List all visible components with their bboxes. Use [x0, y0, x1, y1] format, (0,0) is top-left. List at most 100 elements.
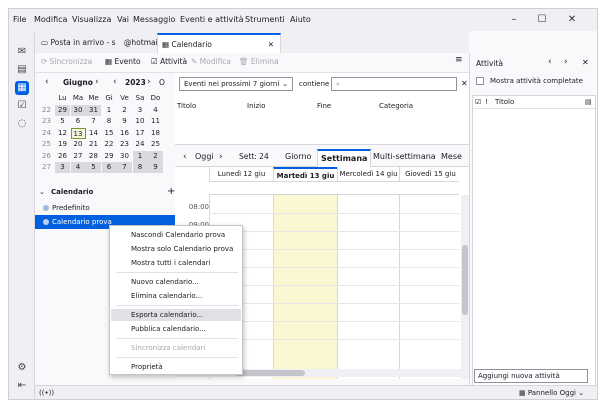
day-cell[interactable]: 5	[55, 116, 70, 127]
task-tree[interactable]: ☑ ! Titolo ▤	[472, 95, 596, 391]
collapse-arrow-icon[interactable]: ⌄	[39, 188, 45, 196]
close-pane-icon[interactable]: ✕	[582, 58, 589, 67]
sync-button[interactable]: ⟳ Sincronizza	[41, 57, 92, 66]
task-col-title[interactable]: Titolo	[495, 98, 514, 106]
day-cell[interactable]: 8	[102, 116, 117, 127]
collapse-toolbar-icon[interactable]: ⇤	[15, 379, 29, 393]
next-year-icon[interactable]: ›	[147, 77, 151, 87]
chat-icon[interactable]: ◌	[15, 117, 29, 131]
day-cell[interactable]: 24	[133, 139, 148, 150]
day-cell[interactable]: 11	[148, 116, 163, 127]
prev-year-icon[interactable]: ‹	[113, 77, 117, 87]
menu-show-only-calendar[interactable]: Mostra solo Calendario prova	[111, 243, 241, 255]
day-cell[interactable]: 26	[55, 151, 70, 162]
day-cell[interactable]: 16	[117, 128, 132, 139]
menu-strumenti[interactable]: Strumenti	[245, 15, 285, 24]
col-title[interactable]: Titolo	[177, 102, 196, 110]
edit-button[interactable]: ✎ Modifica	[191, 57, 231, 66]
go-today-button[interactable]: O	[159, 78, 165, 87]
event-filter-select[interactable]: Eventi nei prossimi 7 giorni ⌄	[179, 77, 293, 91]
online-status-icon[interactable]: ((•))	[39, 389, 54, 397]
scrollbar-thumb[interactable]	[235, 370, 305, 376]
menu-hide-calendar[interactable]: Nascondi Calendario prova	[111, 229, 241, 241]
hamburger-menu-icon[interactable]: ≡	[455, 55, 463, 65]
day-column[interactable]	[337, 195, 399, 379]
close-tab-icon[interactable]: ✕	[268, 35, 274, 55]
today-pane-toggle[interactable]: ▦ Pannello Oggi ⌄	[519, 389, 584, 397]
menu-messaggio[interactable]: Messaggio	[133, 15, 175, 24]
tab-day[interactable]: Giorno	[285, 149, 311, 167]
day-cell[interactable]: 30	[117, 151, 132, 162]
day-header-today[interactable]: Martedì 13 giu	[273, 167, 337, 181]
menu-show-all-calendars[interactable]: Mostra tutti i calendari	[111, 257, 241, 269]
add-task-input[interactable]: Aggiungi nuova attività	[474, 369, 588, 383]
day-header[interactable]: Mercoledì 14 giu	[337, 167, 399, 181]
prev-week-icon[interactable]: ‹	[183, 149, 187, 167]
day-cell[interactable]: 18	[148, 128, 163, 139]
day-cell[interactable]: 6	[71, 116, 86, 127]
day-column-today[interactable]	[273, 195, 337, 379]
all-day-row[interactable]	[209, 181, 459, 195]
day-cell[interactable]: 21	[86, 139, 101, 150]
menu-modifica[interactable]: Modifica	[34, 15, 67, 24]
prev-month-icon[interactable]: ‹	[45, 77, 49, 87]
tab-month[interactable]: Mese	[441, 149, 462, 167]
week-scrollbar[interactable]	[461, 195, 469, 379]
day-cell[interactable]: 3	[133, 105, 148, 116]
day-cell[interactable]: 1	[132, 150, 148, 162]
menu-eventi[interactable]: Eventi e attività	[180, 15, 244, 24]
show-completed-checkbox[interactable]	[476, 77, 484, 85]
calendar-icon[interactable]: ▦	[15, 81, 29, 95]
tab-inbox[interactable]: ▭ Posta in arrivo - s @hotmail	[37, 33, 160, 53]
day-cell[interactable]: 8	[132, 162, 148, 173]
close-unifinder-icon[interactable]: ✕	[461, 79, 468, 88]
day-cell[interactable]: 22	[102, 139, 117, 150]
tab-calendar[interactable]: ▦ Calendario ✕	[157, 33, 281, 53]
new-event-button[interactable]: ▦ Evento	[105, 57, 141, 66]
menu-sync-calendars[interactable]: Sincronizza calendari	[111, 342, 241, 354]
col-end[interactable]: Fine	[317, 102, 331, 110]
day-cell[interactable]: 9	[117, 116, 132, 127]
delete-button[interactable]: 🗑 Elimina	[239, 57, 279, 66]
day-cell[interactable]: 9	[148, 162, 163, 173]
menu-aiuto[interactable]: Aiuto	[290, 15, 311, 24]
menu-export-calendar[interactable]: Esporta calendario...	[111, 309, 241, 321]
day-cell[interactable]: 27	[71, 151, 86, 162]
calendar-item-predefinito[interactable]: Predefinito	[35, 201, 175, 215]
maximize-button[interactable]: ☐	[535, 13, 549, 27]
minimize-button[interactable]: –	[507, 13, 521, 27]
day-cell[interactable]: 7	[86, 116, 101, 127]
day-cell[interactable]: 6	[101, 162, 117, 173]
today-button[interactable]: Oggi	[195, 149, 214, 167]
day-column[interactable]	[399, 195, 461, 379]
day-cell[interactable]: 3	[55, 162, 70, 173]
day-cell[interactable]: 14	[86, 128, 101, 139]
close-window-button[interactable]: ✕	[565, 13, 579, 27]
day-cell[interactable]: 19	[55, 139, 70, 150]
scrollbar-thumb[interactable]	[462, 245, 468, 315]
col-category[interactable]: Categoria	[379, 102, 413, 110]
day-cell[interactable]: 10	[133, 116, 148, 127]
unifinder-search-input[interactable]: ⌕	[331, 77, 457, 91]
day-cell[interactable]: 20	[71, 139, 86, 150]
day-cell[interactable]: 2	[117, 105, 132, 116]
day-cell[interactable]: 4	[148, 105, 163, 116]
day-cell[interactable]: 31	[86, 104, 101, 116]
menu-publish-calendar[interactable]: Pubblica calendario...	[111, 323, 241, 335]
next-icon[interactable]: ›	[564, 57, 568, 67]
day-cell[interactable]: 1	[102, 105, 117, 116]
day-cell[interactable]: 4	[70, 162, 86, 173]
day-header[interactable]: Giovedì 15 giu	[399, 167, 461, 181]
day-cell[interactable]: 5	[86, 162, 101, 173]
address-book-icon[interactable]: ▤	[15, 63, 29, 77]
menu-delete-calendar[interactable]: Elimina calendario...	[111, 290, 241, 302]
day-cell[interactable]: 2	[148, 150, 163, 162]
column-picker-icon[interactable]: ▤	[585, 98, 592, 106]
next-week-icon[interactable]: ›	[219, 149, 223, 167]
menu-properties[interactable]: Proprietà	[111, 361, 241, 373]
tab-multiweek[interactable]: Multi-settimana	[373, 149, 436, 167]
settings-gear-icon[interactable]: ⚙	[15, 361, 29, 375]
tab-week[interactable]: Settimana	[317, 149, 372, 167]
menu-vai[interactable]: Vai	[117, 15, 129, 24]
next-month-icon[interactable]: ›	[95, 77, 99, 87]
